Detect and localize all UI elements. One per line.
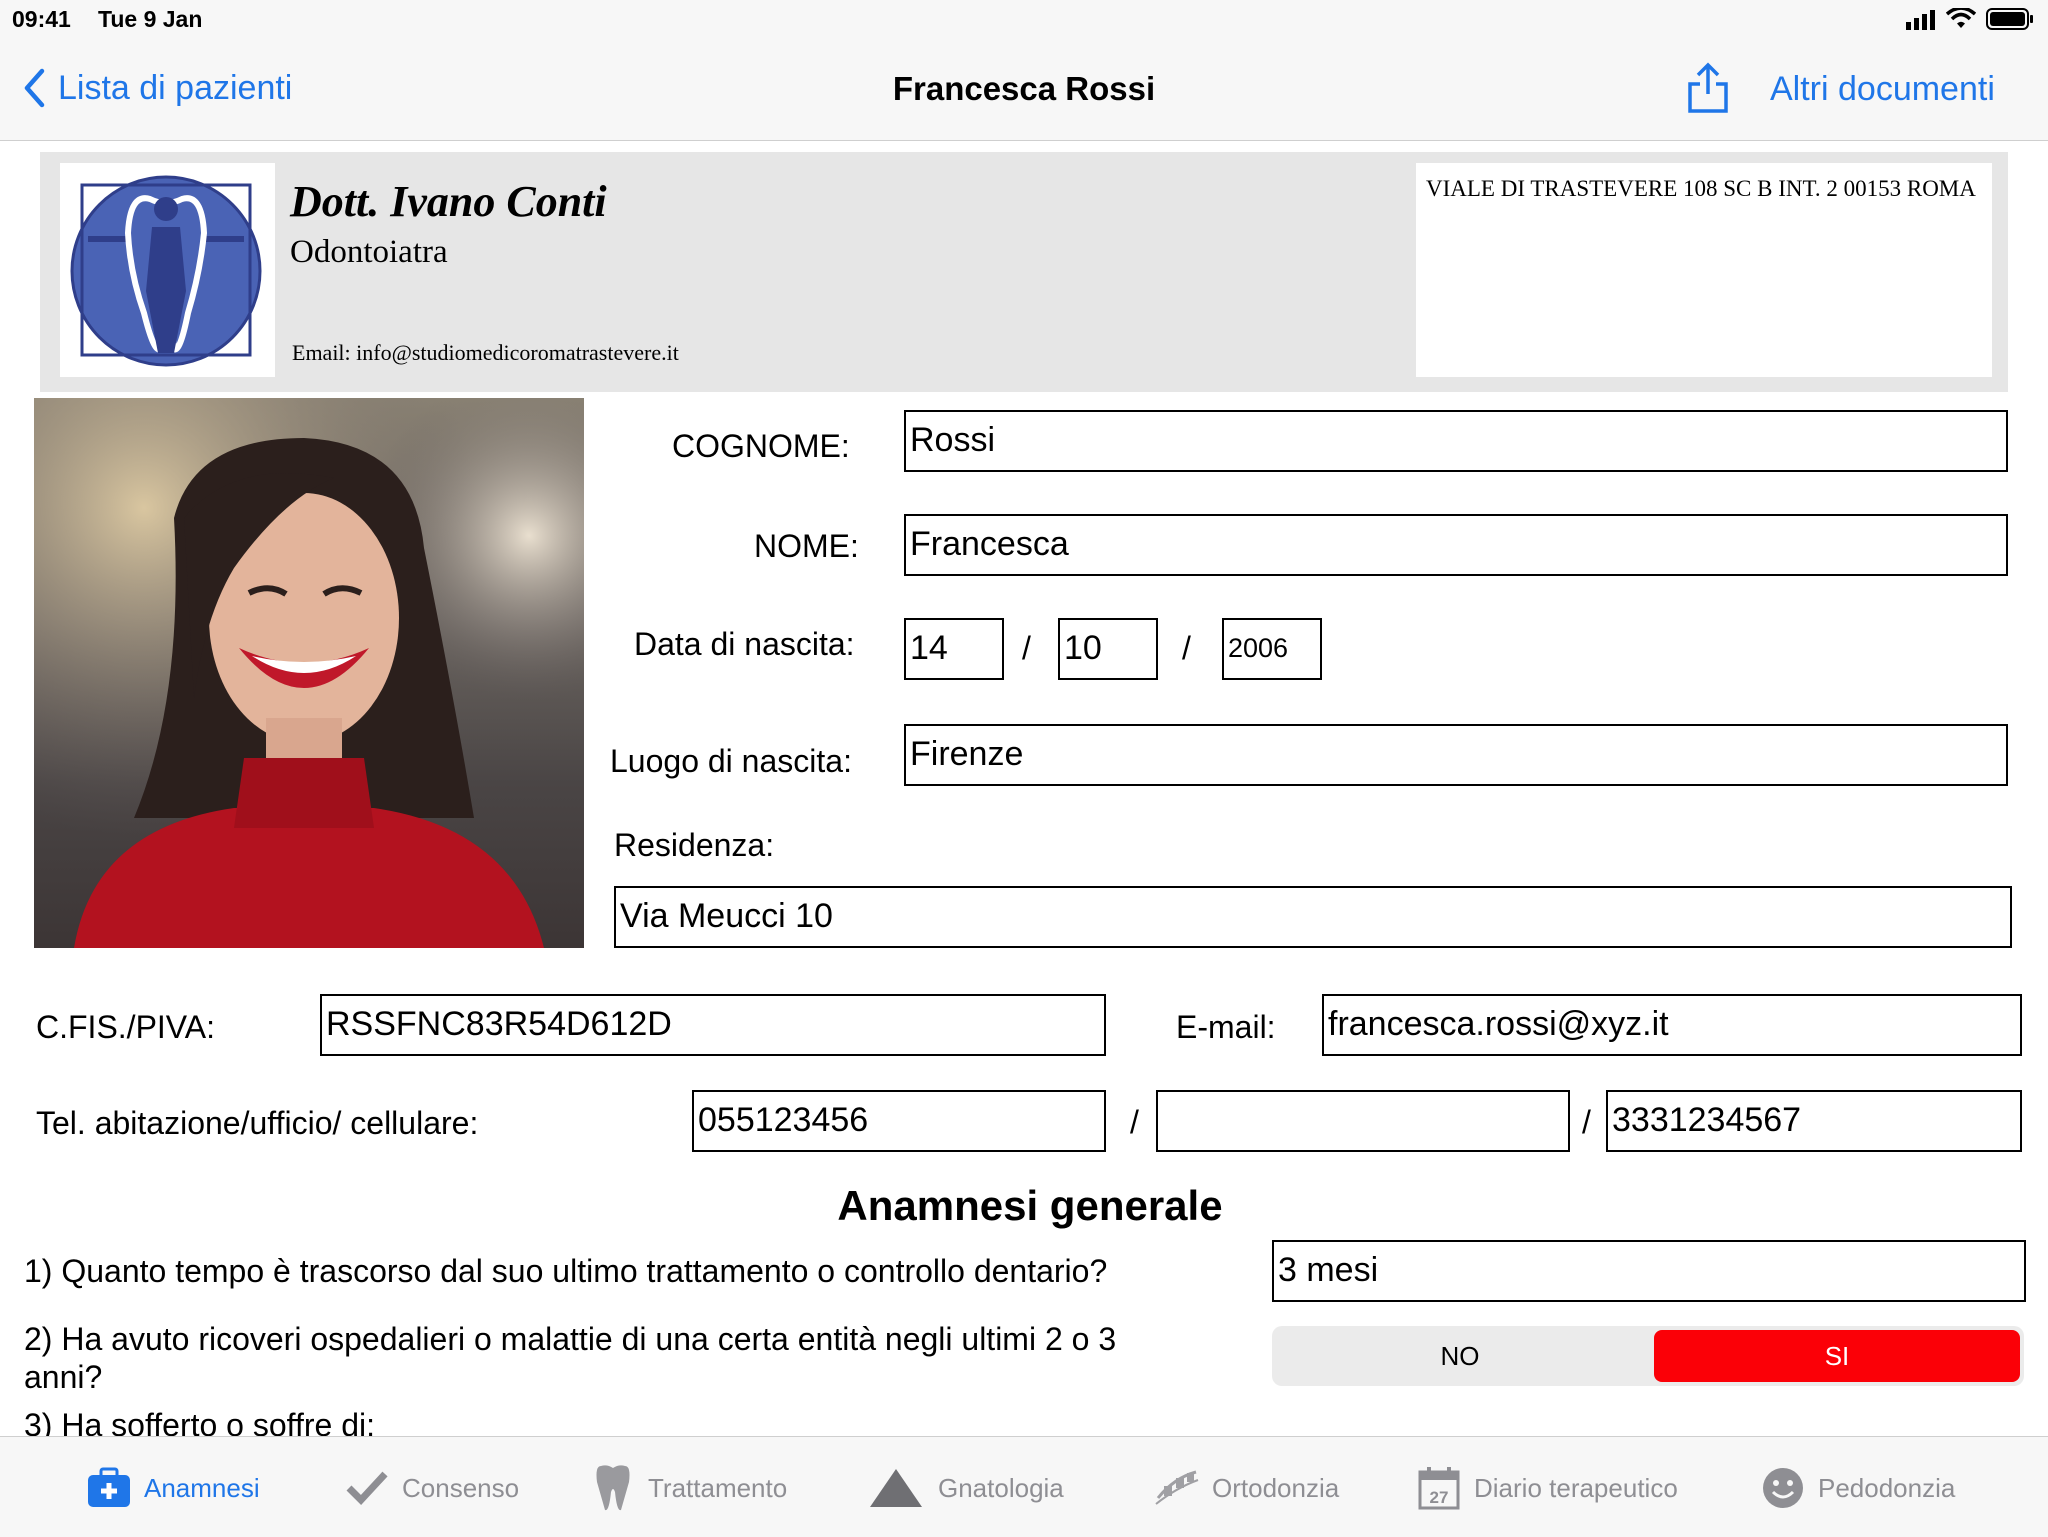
tab-trattamento[interactable]: Trattamento bbox=[590, 1458, 787, 1518]
dob-separator: / bbox=[1022, 630, 1031, 666]
tooth-icon bbox=[590, 1465, 636, 1511]
tab-label: Consenso bbox=[402, 1472, 520, 1503]
nome-label: NOME: bbox=[754, 528, 859, 564]
email-label: E-mail: bbox=[1176, 1009, 1276, 1045]
tel-separator: / bbox=[1582, 1104, 1591, 1140]
dob-year-field[interactable]: 2006 bbox=[1222, 618, 1322, 680]
question-1: 1) Quanto tempo è trascorso dal suo ulti… bbox=[24, 1253, 1108, 1289]
dob-separator: / bbox=[1182, 630, 1191, 666]
clinic-email: Email: info@studiomedicoromatrastevere.i… bbox=[292, 340, 679, 365]
luogo-field[interactable]: Firenze bbox=[904, 724, 2008, 786]
triangle-icon bbox=[866, 1465, 926, 1511]
page-title: Francesca Rossi bbox=[892, 70, 1156, 107]
braces-icon bbox=[1154, 1465, 1200, 1511]
clinic-logo bbox=[60, 163, 275, 377]
tab-label: Gnatologia bbox=[938, 1472, 1064, 1503]
tel-home-field[interactable]: 055123456 bbox=[692, 1090, 1106, 1152]
tab-pedodonzia[interactable]: Pedodonzia bbox=[1760, 1458, 1955, 1518]
tel-office-field[interactable] bbox=[1156, 1090, 1570, 1152]
medkit-icon bbox=[86, 1465, 132, 1511]
share-icon bbox=[1688, 62, 1728, 113]
calendar-icon: 27 bbox=[1416, 1465, 1462, 1511]
residenza-label: Residenza: bbox=[614, 827, 775, 863]
section-heading: Anamnesi generale bbox=[837, 1182, 1223, 1229]
tab-anamnesi[interactable]: Anamnesi bbox=[86, 1458, 260, 1518]
cf-field[interactable]: RSSFNC83R54D612D bbox=[320, 994, 1106, 1056]
question-1-answer-field[interactable]: 3 mesi bbox=[1272, 1240, 2026, 1302]
calendar-day: 27 bbox=[1430, 1488, 1449, 1507]
tab-gnatologia[interactable]: Gnatologia bbox=[866, 1458, 1064, 1518]
cognome-field[interactable]: Rossi bbox=[904, 410, 2008, 472]
tab-label: Trattamento bbox=[648, 1472, 788, 1503]
segment-no[interactable]: NO bbox=[1272, 1326, 1648, 1386]
residenza-field[interactable]: Via Meucci 10 bbox=[614, 886, 2012, 948]
tel-separator: / bbox=[1130, 1104, 1139, 1140]
share-button[interactable] bbox=[1686, 62, 1730, 119]
cellular-signal-icon bbox=[1906, 10, 1940, 35]
question-2-segmented-control[interactable]: NO SI bbox=[1272, 1326, 2024, 1386]
dob-month-field[interactable]: 10 bbox=[1058, 618, 1158, 680]
tel-label: Tel. abitazione/ufficio/ cellulare: bbox=[36, 1105, 479, 1141]
tab-label: Pedodonzia bbox=[1818, 1472, 1956, 1503]
wifi-icon bbox=[1945, 6, 1977, 35]
question-2: 2) Ha avuto ricoveri ospedalieri o malat… bbox=[24, 1321, 1117, 1395]
cf-label: C.FIS./PIVA: bbox=[36, 1009, 215, 1045]
battery-icon bbox=[1986, 8, 2034, 35]
email-field[interactable]: francesca.rossi@xyz.it bbox=[1322, 994, 2022, 1056]
clinic-address: VIALE DI TRASTEVERE 108 SC B INT. 2 0015… bbox=[1426, 176, 1976, 201]
tab-consenso[interactable]: Consenso bbox=[344, 1458, 519, 1518]
tab-label: Diario terapeutico bbox=[1474, 1472, 1678, 1503]
patient-photo[interactable] bbox=[34, 398, 584, 948]
tab-label: Anamnesi bbox=[144, 1472, 260, 1503]
segment-si[interactable]: SI bbox=[1654, 1330, 2020, 1382]
checkmark-icon bbox=[344, 1465, 390, 1511]
smiley-icon bbox=[1760, 1465, 1806, 1511]
clinic-address-box: VIALE DI TRASTEVERE 108 SC B INT. 2 0015… bbox=[1416, 163, 1992, 377]
status-time: 09:41 bbox=[12, 6, 71, 32]
cognome-label: COGNOME: bbox=[672, 428, 850, 464]
nome-field[interactable]: Francesca bbox=[904, 514, 2008, 576]
dob-label: Data di nascita: bbox=[634, 626, 855, 662]
dob-day-field[interactable]: 14 bbox=[904, 618, 1004, 680]
tel-mobile-field[interactable]: 3331234567 bbox=[1606, 1090, 2022, 1152]
status-date: Tue 9 Jan bbox=[98, 6, 203, 32]
status-bar: 09:41 Tue 9 Jan bbox=[0, 0, 2048, 40]
tab-ortodonzia[interactable]: Ortodonzia bbox=[1154, 1458, 1339, 1518]
doctor-specialty: Odontoiatra bbox=[290, 234, 448, 270]
tab-label: Ortodonzia bbox=[1212, 1472, 1340, 1503]
other-documents-button[interactable]: Altri documenti bbox=[1770, 70, 1995, 109]
doctor-name: Dott. Ivano Conti bbox=[290, 177, 607, 226]
tab-diario-terapeutico[interactable]: 27 Diario terapeutico bbox=[1416, 1458, 1678, 1518]
luogo-label: Luogo di nascita: bbox=[610, 743, 852, 779]
